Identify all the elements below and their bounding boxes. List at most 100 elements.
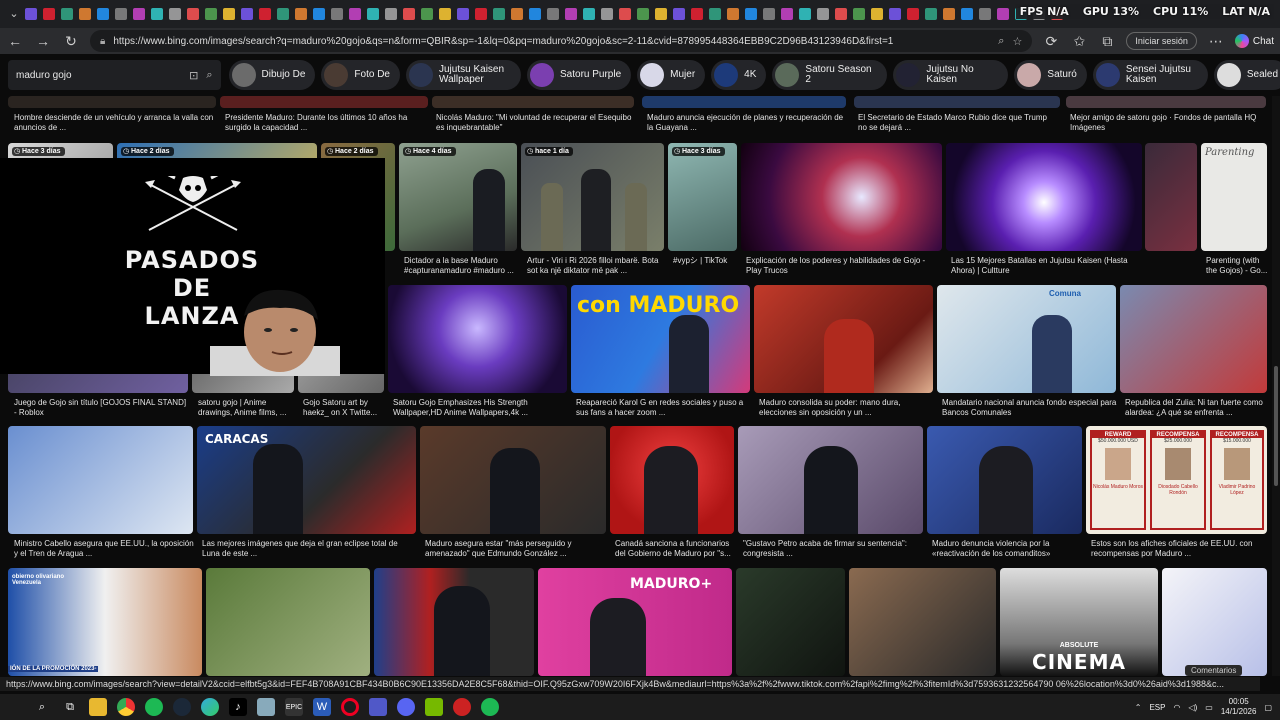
image-caption[interactable]: Presidente Maduro: Durante los últimos 1…: [225, 113, 425, 133]
image-result[interactable]: Hace 3 días: [668, 143, 737, 251]
tab-favicon-icon[interactable]: [781, 8, 793, 20]
tab-favicon-icon[interactable]: [493, 8, 505, 20]
image-caption[interactable]: Maduro denuncia violencia por la «reacti…: [932, 539, 1082, 559]
steam-icon[interactable]: [173, 698, 191, 716]
tab-favicon-icon[interactable]: [457, 8, 469, 20]
task-view-icon[interactable]: ⧉: [61, 698, 79, 716]
image-result[interactable]: [854, 96, 1060, 108]
image-caption[interactable]: Dictador a la base Maduro #capturanamadu…: [404, 256, 520, 276]
tab-favicon-icon[interactable]: [61, 8, 73, 20]
related-search-chip[interactable]: Foto De: [321, 60, 400, 90]
image-caption[interactable]: Artur - Viri i Ri 2026 filloi mbarë. Bot…: [527, 256, 663, 276]
tab-favicon-icon[interactable]: [43, 8, 55, 20]
image-result[interactable]: MADURO+: [538, 568, 732, 676]
related-search-chip[interactable]: Sensei Jujutsu Kaisen: [1092, 60, 1208, 90]
related-search-chip[interactable]: Jujutsu Kaisen Wallpaper: [406, 60, 521, 90]
tab-favicon-icon[interactable]: [817, 8, 829, 20]
zoom-icon[interactable]: ⌕: [998, 35, 1004, 48]
tab-favicon-icon[interactable]: [331, 8, 343, 20]
image-result[interactable]: [206, 568, 370, 676]
image-caption[interactable]: Republica del Zulia: Ni tan fuerte como …: [1125, 398, 1267, 418]
tab-favicon-icon[interactable]: [709, 8, 721, 20]
image-result[interactable]: [736, 568, 845, 676]
tab-favicon-icon[interactable]: [601, 8, 613, 20]
more-menu-icon[interactable]: ⋯: [1207, 32, 1225, 50]
windows-start-icon[interactable]: [8, 700, 23, 715]
volume-icon[interactable]: ◁): [1188, 703, 1197, 712]
related-search-chip[interactable]: Satoru Purple: [527, 60, 632, 90]
notification-icon[interactable]: ▢: [1264, 703, 1272, 712]
reload-icon[interactable]: ↻: [62, 32, 80, 50]
tab-favicon-icon[interactable]: [745, 8, 757, 20]
tab-favicon-icon[interactable]: [187, 8, 199, 20]
image-caption[interactable]: Las mejores imágenes que deja el gran ec…: [202, 539, 416, 559]
url-text[interactable]: https://www.bing.com/images/search?q=mad…: [113, 36, 990, 47]
image-result[interactable]: [741, 143, 942, 251]
image-result[interactable]: [374, 568, 534, 676]
search-input[interactable]: maduro gojo ⊡ ⌕: [8, 60, 221, 90]
tab-favicon-icon[interactable]: [673, 8, 685, 20]
image-result[interactable]: [927, 426, 1082, 534]
image-caption[interactable]: Reapareció Karol G en redes sociales y p…: [576, 398, 751, 418]
image-caption[interactable]: Parenting (with the Gojos) - Go...: [1206, 256, 1268, 276]
tab-favicon-icon[interactable]: [727, 8, 739, 20]
tab-favicon-icon[interactable]: [853, 8, 865, 20]
tab-favicon-icon[interactable]: [385, 8, 397, 20]
favorite-star-icon[interactable]: ☆: [1012, 35, 1022, 48]
visual-search-icon[interactable]: ⊡: [189, 69, 198, 82]
chrome-icon[interactable]: [117, 698, 135, 716]
tab-favicon-icon[interactable]: [241, 8, 253, 20]
spotify-icon[interactable]: [145, 698, 163, 716]
image-result[interactable]: Comuna: [937, 285, 1116, 393]
image-result[interactable]: [432, 96, 634, 108]
extensions-icon[interactable]: ⟳: [1042, 32, 1060, 50]
tab-favicon-icon[interactable]: [79, 8, 91, 20]
image-result[interactable]: [849, 568, 996, 676]
tab-favicon-icon[interactable]: [547, 8, 559, 20]
image-caption[interactable]: Maduro asegura estar "más perseguido y a…: [425, 539, 607, 559]
image-result[interactable]: [220, 96, 428, 108]
image-caption[interactable]: Maduro consolida su poder: mano dura, el…: [759, 398, 934, 418]
image-result[interactable]: [420, 426, 606, 534]
related-search-chip[interactable]: Sealed: [1213, 60, 1280, 90]
image-result[interactable]: con MADURO: [571, 285, 750, 393]
related-search-chip[interactable]: Satoru Season 2: [772, 60, 888, 90]
word-icon[interactable]: W: [313, 698, 331, 716]
tab-favicon-icon[interactable]: [313, 8, 325, 20]
image-caption[interactable]: Maduro anuncia ejecución de planes y rec…: [647, 113, 847, 133]
image-result[interactable]: [8, 96, 216, 108]
image-result[interactable]: ABSOLUTE CINEMA: [1000, 568, 1158, 676]
image-caption[interactable]: Gojo Satoru art by haekz_ on X Twitte...: [303, 398, 385, 418]
tab-favicon-icon[interactable]: [367, 8, 379, 20]
epic-games-icon[interactable]: EPIC: [285, 698, 303, 716]
tab-list-menu-icon[interactable]: ⌄: [6, 6, 22, 22]
related-search-chip[interactable]: 4K: [711, 60, 767, 90]
image-result[interactable]: [946, 143, 1142, 251]
tab-favicon-icon[interactable]: [223, 8, 235, 20]
tab-favicon-icon[interactable]: [115, 8, 127, 20]
notepad-icon[interactable]: [257, 698, 275, 716]
chevron-up-icon[interactable]: ⌃: [1135, 703, 1142, 712]
file-explorer-icon[interactable]: [89, 698, 107, 716]
tab-favicon-icon[interactable]: [511, 8, 523, 20]
search-icon[interactable]: ⌕: [206, 69, 212, 82]
image-result[interactable]: [1066, 96, 1266, 108]
image-caption[interactable]: Explicación de los poderes y habilidades…: [746, 256, 942, 276]
tab-favicon-icon[interactable]: [871, 8, 883, 20]
image-result[interactable]: [8, 426, 193, 534]
record-icon[interactable]: [453, 698, 471, 716]
tab-favicon-icon[interactable]: [943, 8, 955, 20]
tab-favicon-icon[interactable]: [295, 8, 307, 20]
page-scrollbar[interactable]: [1272, 96, 1280, 676]
related-search-chip[interactable]: Dibujo De: [228, 60, 316, 90]
favorites-icon[interactable]: ✩: [1070, 32, 1088, 50]
tab-favicon-icon[interactable]: [205, 8, 217, 20]
tab-favicon-icon[interactable]: [25, 8, 37, 20]
tab-favicon-icon[interactable]: [439, 8, 451, 20]
edge-icon[interactable]: [201, 698, 219, 716]
back-icon[interactable]: ←: [6, 32, 24, 50]
tab-favicon-icon[interactable]: [925, 8, 937, 20]
image-result[interactable]: [738, 426, 923, 534]
image-result[interactable]: [754, 285, 933, 393]
image-caption[interactable]: Mejor amigo de satoru gojo · Fondos de p…: [1070, 113, 1266, 133]
